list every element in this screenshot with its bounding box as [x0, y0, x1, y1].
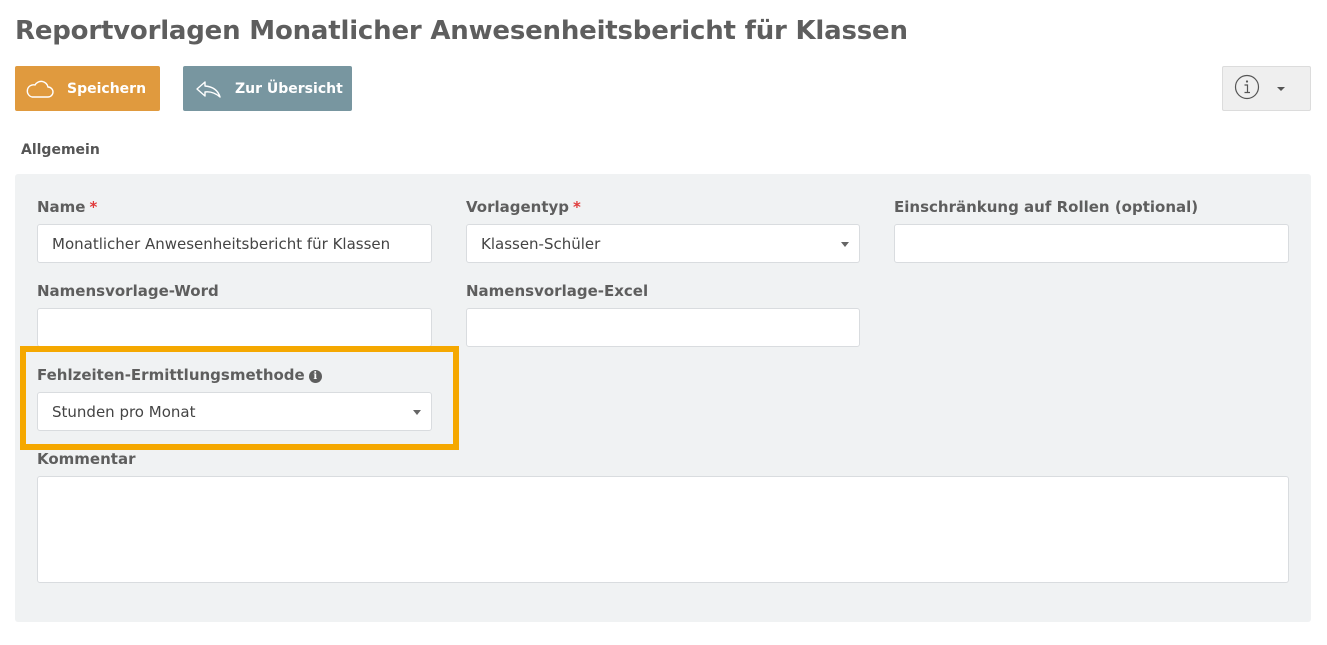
highlight-box [20, 346, 459, 450]
save-button[interactable]: Speichern [15, 66, 160, 111]
required-mark: * [573, 198, 581, 216]
template-type-label: Vorlagentyp * [466, 198, 581, 216]
required-mark: * [89, 198, 98, 216]
name-input[interactable]: Monatlicher Anwesenheitsbericht für Klas… [37, 224, 432, 263]
name-label: Name * [37, 198, 98, 216]
role-restriction-input[interactable] [894, 224, 1289, 263]
back-to-overview-button[interactable]: Zur Übersicht [183, 66, 352, 111]
section-label-allgemein: Allgemein [21, 142, 100, 158]
comment-label: Kommentar [37, 450, 136, 468]
back-button-label: Zur Übersicht [235, 80, 343, 97]
cloud-icon [25, 79, 55, 99]
page-title: Reportvorlagen Monatlicher Anwesenheitsb… [15, 16, 908, 46]
info-dropdown-button[interactable] [1222, 66, 1311, 111]
role-restriction-label: Einschränkung auf Rollen (optional) [894, 198, 1199, 216]
template-type-select[interactable]: Klassen-Schüler [466, 224, 860, 263]
word-name-template-input[interactable] [37, 308, 432, 347]
reply-arrow-icon [195, 79, 223, 99]
word-name-template-label: Namensvorlage-Word [37, 282, 219, 300]
excel-name-template-input[interactable] [466, 308, 860, 347]
save-button-label: Speichern [67, 80, 147, 97]
chevron-down-icon [841, 242, 849, 247]
chevron-down-icon [1277, 86, 1285, 91]
comment-textarea[interactable] [37, 476, 1289, 583]
info-icon [1234, 74, 1260, 104]
excel-name-template-label: Namensvorlage-Excel [466, 282, 649, 300]
